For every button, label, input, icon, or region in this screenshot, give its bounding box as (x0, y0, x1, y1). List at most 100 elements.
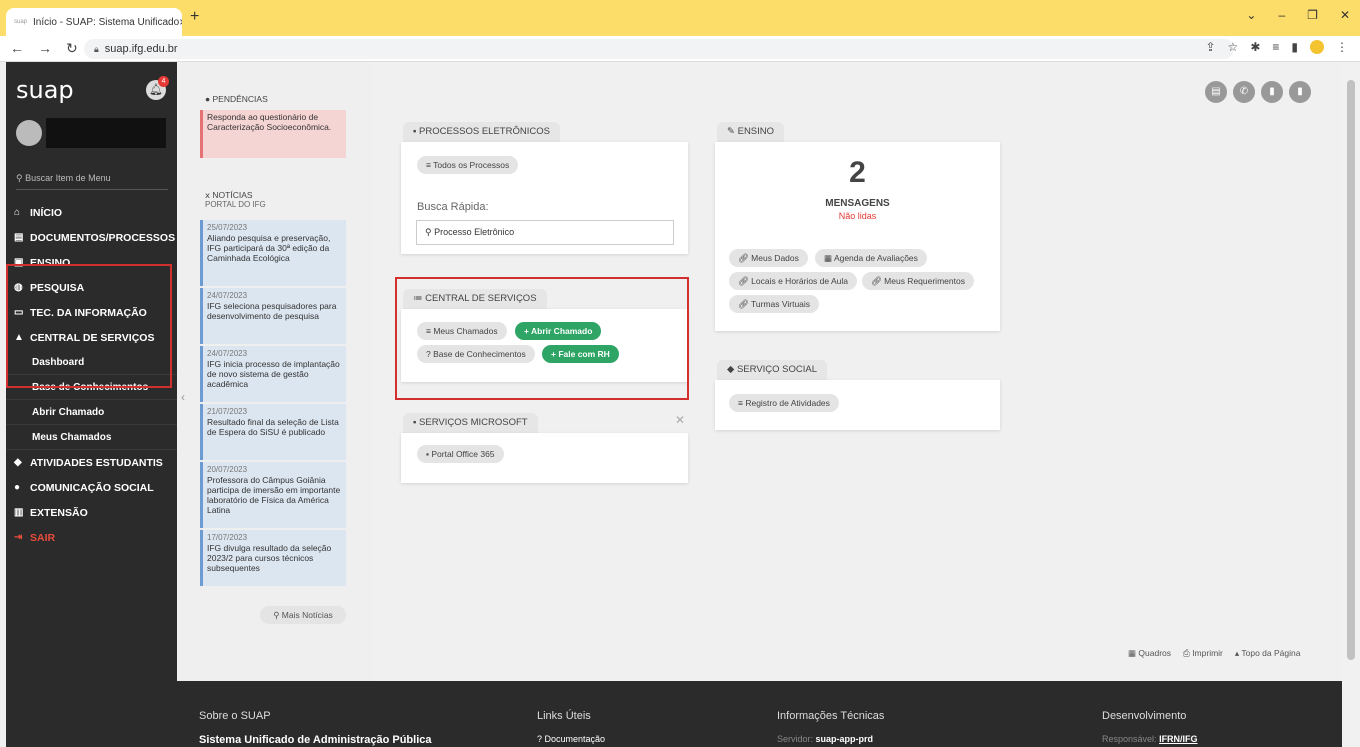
mensagens-label: MENSAGENS (825, 198, 890, 209)
menu-search-input[interactable]: ⚲ Buscar Item de Menu (16, 168, 168, 190)
favicon-icon: suap (14, 19, 28, 25)
footer-links-title: Links Úteis (537, 710, 591, 722)
turmas-virtuais-button[interactable]: 🔗︎ Turmas Virtuais (729, 295, 820, 313)
browser-tab-bar: suap Início - SUAP: Sistema Unificado × … (0, 0, 1360, 36)
noticias-subtitle: PORTAL DO IFG (205, 200, 266, 209)
servidor-prefix: Servidor: (777, 734, 814, 744)
news-text: IFG inicia processo de implantação de no… (207, 359, 340, 389)
quadros-label: Quadros (1138, 648, 1172, 658)
agenda-avaliacoes-button[interactable]: ▦ Agenda de Avaliações (815, 249, 927, 267)
meus-dados-button[interactable]: 🔗︎ Meus Dados (729, 249, 808, 267)
footer-dev-title: Desenvolvimento (1102, 710, 1187, 722)
reading-list-icon[interactable]: ≡ (1272, 40, 1279, 54)
user-name-redacted (46, 118, 166, 148)
imprimir-link[interactable]: ⎙ Imprimir (1183, 648, 1223, 659)
tab-servico-social: ◆ SERVIÇO SOCIAL (717, 360, 828, 380)
forward-icon[interactable]: → (38, 40, 52, 57)
reload-icon[interactable]: ↻ (66, 40, 78, 57)
sidebar-item-label: COMUNICAÇÃO SOCIAL (30, 481, 154, 494)
restore-button[interactable]: ❐ (1307, 8, 1318, 22)
news-date: 25/07/2023 (207, 223, 248, 232)
servidor-value: suap-app-prd (815, 734, 874, 744)
news-text: IFG divulga resultado da seleção 2023/2 … (207, 543, 332, 573)
sidebar-item-extensao[interactable]: ▥ EXTENSÃO (6, 500, 177, 525)
user-avatar[interactable] (16, 120, 42, 146)
documentacao-link[interactable]: ? Documentação (537, 734, 605, 744)
footer-servidor: Servidor: suap-app-prd (777, 734, 873, 744)
news-item[interactable]: 24/07/2023 IFG inicia processo de implant… (200, 346, 346, 402)
sidebar-item-comunicacao[interactable]: ● COMUNICAÇÃO SOCIAL (6, 475, 177, 500)
search-icon: ⚲ (425, 227, 435, 237)
topo-pagina-link[interactable]: ▴ Topo da Página (1235, 648, 1301, 659)
notification-badge: 4 (158, 76, 169, 87)
submenu-meus-chamados[interactable]: Meus Chamados (6, 425, 177, 450)
suap-logo[interactable]: suap (16, 76, 74, 104)
pencil-icon: ✎ (727, 126, 738, 137)
news-date: 24/07/2023 (207, 349, 248, 358)
news-item[interactable]: 25/07/2023 Aliando pesquisa e preservação… (200, 220, 346, 286)
more-news-label: Mais Notícias (281, 610, 333, 620)
more-news-button[interactable]: ⚲ Mais Notícias (260, 606, 346, 624)
link-icon: 🔗︎ (738, 253, 752, 263)
news-item[interactable]: 17/07/2023 IFG divulga resultado da seleç… (200, 530, 346, 586)
news-text: Aliando pesquisa e preservação, IFG part… (207, 233, 331, 263)
book-icon[interactable]: ▮ (1289, 81, 1311, 103)
print-icon: ⎙ (1183, 648, 1193, 658)
close-tab-icon[interactable]: × (179, 15, 182, 29)
minimize-button[interactable]: – (1278, 8, 1285, 22)
registro-atividades-label: Registro de Atividades (745, 398, 830, 408)
sidebar-item-documentos[interactable]: ▤ DOCUMENTOS/PROCESSOS (6, 225, 177, 250)
close-icon[interactable]: ✕ (675, 413, 685, 427)
footer-sobre-value: Sistema Unificado de Administração Públi… (199, 734, 432, 746)
info-icon: ● (205, 94, 213, 104)
sidebar-item-label: DOCUMENTOS/PROCESSOS (30, 231, 176, 244)
chevron-down-icon[interactable]: ⌄ (1246, 8, 1256, 22)
star-icon[interactable]: ☆ (1228, 40, 1239, 54)
locais-horarios-button[interactable]: 🔗︎ Locais e Horários de Aula (729, 272, 858, 290)
news-date: 21/07/2023 (207, 407, 248, 416)
collapse-chevron-icon[interactable]: ‹ (181, 390, 185, 404)
registro-atividades-button[interactable]: ≡ Registro de Atividades (729, 394, 839, 412)
tab-title: Início - SUAP: Sistema Unificado (33, 16, 180, 28)
scrollbar-thumb[interactable] (1347, 80, 1355, 660)
todos-processos-button[interactable]: ≡ Todos os Processos (417, 156, 519, 174)
processo-search-input[interactable]: ⚲ Processo Eletrônico (416, 220, 674, 245)
url-field[interactable]: 🔒︎ suap.ifg.edu.br (84, 39, 1234, 59)
sidepanel-icon[interactable]: ▮ (1291, 40, 1298, 54)
close-window-button[interactable]: ✕ (1340, 8, 1350, 22)
quadros-link[interactable]: ▦ Quadros (1128, 648, 1171, 659)
news-text: IFG seleciona pesquisadores para desenvo… (207, 301, 337, 321)
pdf-icon[interactable]: ▤ (1205, 81, 1227, 103)
back-icon[interactable]: ← (10, 40, 24, 57)
share-icon[interactable]: ⇪ (1205, 40, 1215, 54)
document-icon: ▤ (14, 232, 24, 243)
phone-icon[interactable]: ✆ (1233, 81, 1255, 103)
news-item[interactable]: 20/07/2023 Professora do Câmpus Goiânia p… (200, 462, 346, 528)
news-item[interactable]: 21/07/2023 Resultado final da seleção de … (200, 404, 346, 460)
sidebar-item-atividades[interactable]: ◆ ATIVIDADES ESTUDANTIS (6, 450, 177, 475)
meus-requerimentos-button[interactable]: 🔗︎ Meus Requerimentos (862, 272, 974, 290)
responsavel-link[interactable]: IFRN/IFG (1159, 734, 1198, 744)
turmas-virtuais-label: Turmas Virtuais (751, 299, 811, 309)
extensions-icon[interactable]: ✱ (1250, 40, 1260, 54)
meus-requerimentos-label: Meus Requerimentos (884, 276, 965, 286)
new-tab-button[interactable]: + (190, 8, 199, 26)
graduation-cap-icon: ◆ (14, 457, 22, 468)
sidebar-item-sair[interactable]: ⇥ SAIR (6, 525, 177, 550)
browser-tab[interactable]: suap Início - SUAP: Sistema Unificado × (6, 8, 182, 36)
news-list: 25/07/2023 Aliando pesquisa e preservação… (200, 220, 346, 588)
news-item[interactable]: 24/07/2023 IFG seleciona pesquisadores pa… (200, 288, 346, 344)
profile-avatar[interactable] (1310, 40, 1324, 54)
news-date: 17/07/2023 (207, 533, 248, 542)
noticias-title-text: NOTÍCIAS (212, 190, 253, 200)
pendencia-item[interactable]: Responda ao questionário de Caracterizaç… (200, 110, 346, 158)
more-icon[interactable]: ⋮ (1336, 40, 1348, 54)
sidebar-item-label: INÍCIO (30, 206, 63, 219)
mensagens-count[interactable]: 2 (715, 156, 1000, 190)
submenu-abrir-chamado[interactable]: Abrir Chamado (6, 400, 177, 425)
imprimir-label: Imprimir (1192, 648, 1223, 658)
sidebar-item-inicio[interactable]: ⌂ INÍCIO (6, 200, 177, 225)
book-icon[interactable]: ▮ (1261, 81, 1283, 103)
office365-button[interactable]: ▪ Portal Office 365 (417, 445, 504, 463)
processos-title: PROCESSOS ELETRÔNICOS (419, 126, 550, 137)
